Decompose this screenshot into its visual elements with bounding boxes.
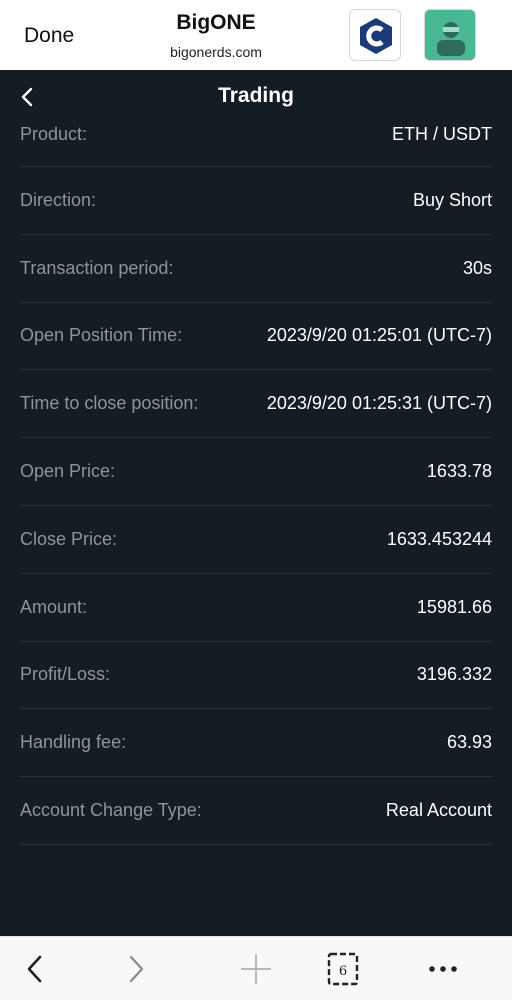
- c-logo-icon[interactable]: [349, 9, 401, 61]
- detail-value: ETH / USDT: [391, 123, 492, 144]
- detail-row-open-position-time: Open Position Time: 2023/9/20 01:25:01 (…: [20, 303, 492, 371]
- detail-label: Transaction period:: [20, 257, 174, 278]
- tab-count-text: 6: [339, 964, 347, 979]
- browser-top-bar: Done BigONE bigonerds.com: [0, 0, 512, 70]
- detail-value: 15981.66: [416, 596, 492, 617]
- detail-label: Open Price:: [20, 461, 116, 482]
- detail-label: Handling fee:: [20, 732, 127, 753]
- trading-details-screen: Trading Product: ETH / USDT Direction: B…: [0, 70, 512, 936]
- detail-row-account-change-type: Account Change Type: Real Account: [20, 777, 492, 845]
- detail-label: Profit/Loss:: [20, 664, 111, 685]
- detail-label: Time to close position:: [20, 393, 199, 414]
- browser-forward-icon[interactable]: [123, 951, 147, 992]
- detail-row-profit-loss: Profit/Loss: 3196.332: [20, 642, 492, 710]
- detail-label: Product:: [20, 123, 88, 144]
- app-thumbnail-icon[interactable]: [424, 9, 476, 61]
- tabs-count-icon[interactable]: 6: [325, 951, 361, 992]
- browser-bottom-toolbar: 6: [0, 936, 512, 1000]
- detail-label: Open Position Time:: [20, 325, 183, 346]
- detail-value: Buy Short: [412, 189, 492, 210]
- detail-value: Real Account: [385, 800, 492, 821]
- detail-value: 1633.453244: [386, 528, 492, 549]
- detail-row-transaction-period: Transaction period: 30s: [20, 235, 492, 303]
- new-tab-plus-icon[interactable]: [238, 951, 274, 992]
- detail-value: 63.93: [446, 732, 492, 753]
- detail-label: Direction:: [20, 189, 97, 210]
- detail-row-open-price: Open Price: 1633.78: [20, 438, 492, 506]
- browser-back-icon[interactable]: [24, 951, 48, 992]
- detail-value: 30s: [462, 257, 492, 278]
- detail-value: 2023/9/20 01:25:31 (UTC-7): [266, 393, 492, 414]
- detail-row-close-position-time: Time to close position: 2023/9/20 01:25:…: [20, 370, 492, 439]
- detail-row-direction: Direction: Buy Short: [20, 167, 492, 235]
- detail-row-product: Product: ETH / USDT: [20, 102, 492, 167]
- detail-row-amount: Amount: 15981.66: [20, 574, 492, 642]
- detail-row-close-price: Close Price: 1633.453244: [20, 506, 492, 574]
- trade-details-list: Product: ETH / USDT Direction: Buy Short…: [20, 102, 492, 845]
- detail-value: 1633.78: [426, 461, 492, 482]
- detail-value: 2023/9/20 01:25:01 (UTC-7): [266, 325, 492, 346]
- detail-label: Account Change Type:: [20, 800, 202, 821]
- detail-value: 3196.332: [416, 664, 492, 685]
- detail-row-handling-fee: Handling fee: 63.93: [20, 709, 492, 778]
- detail-label: Amount:: [20, 596, 88, 617]
- more-options-icon[interactable]: [425, 951, 461, 992]
- detail-label: Close Price:: [20, 528, 118, 549]
